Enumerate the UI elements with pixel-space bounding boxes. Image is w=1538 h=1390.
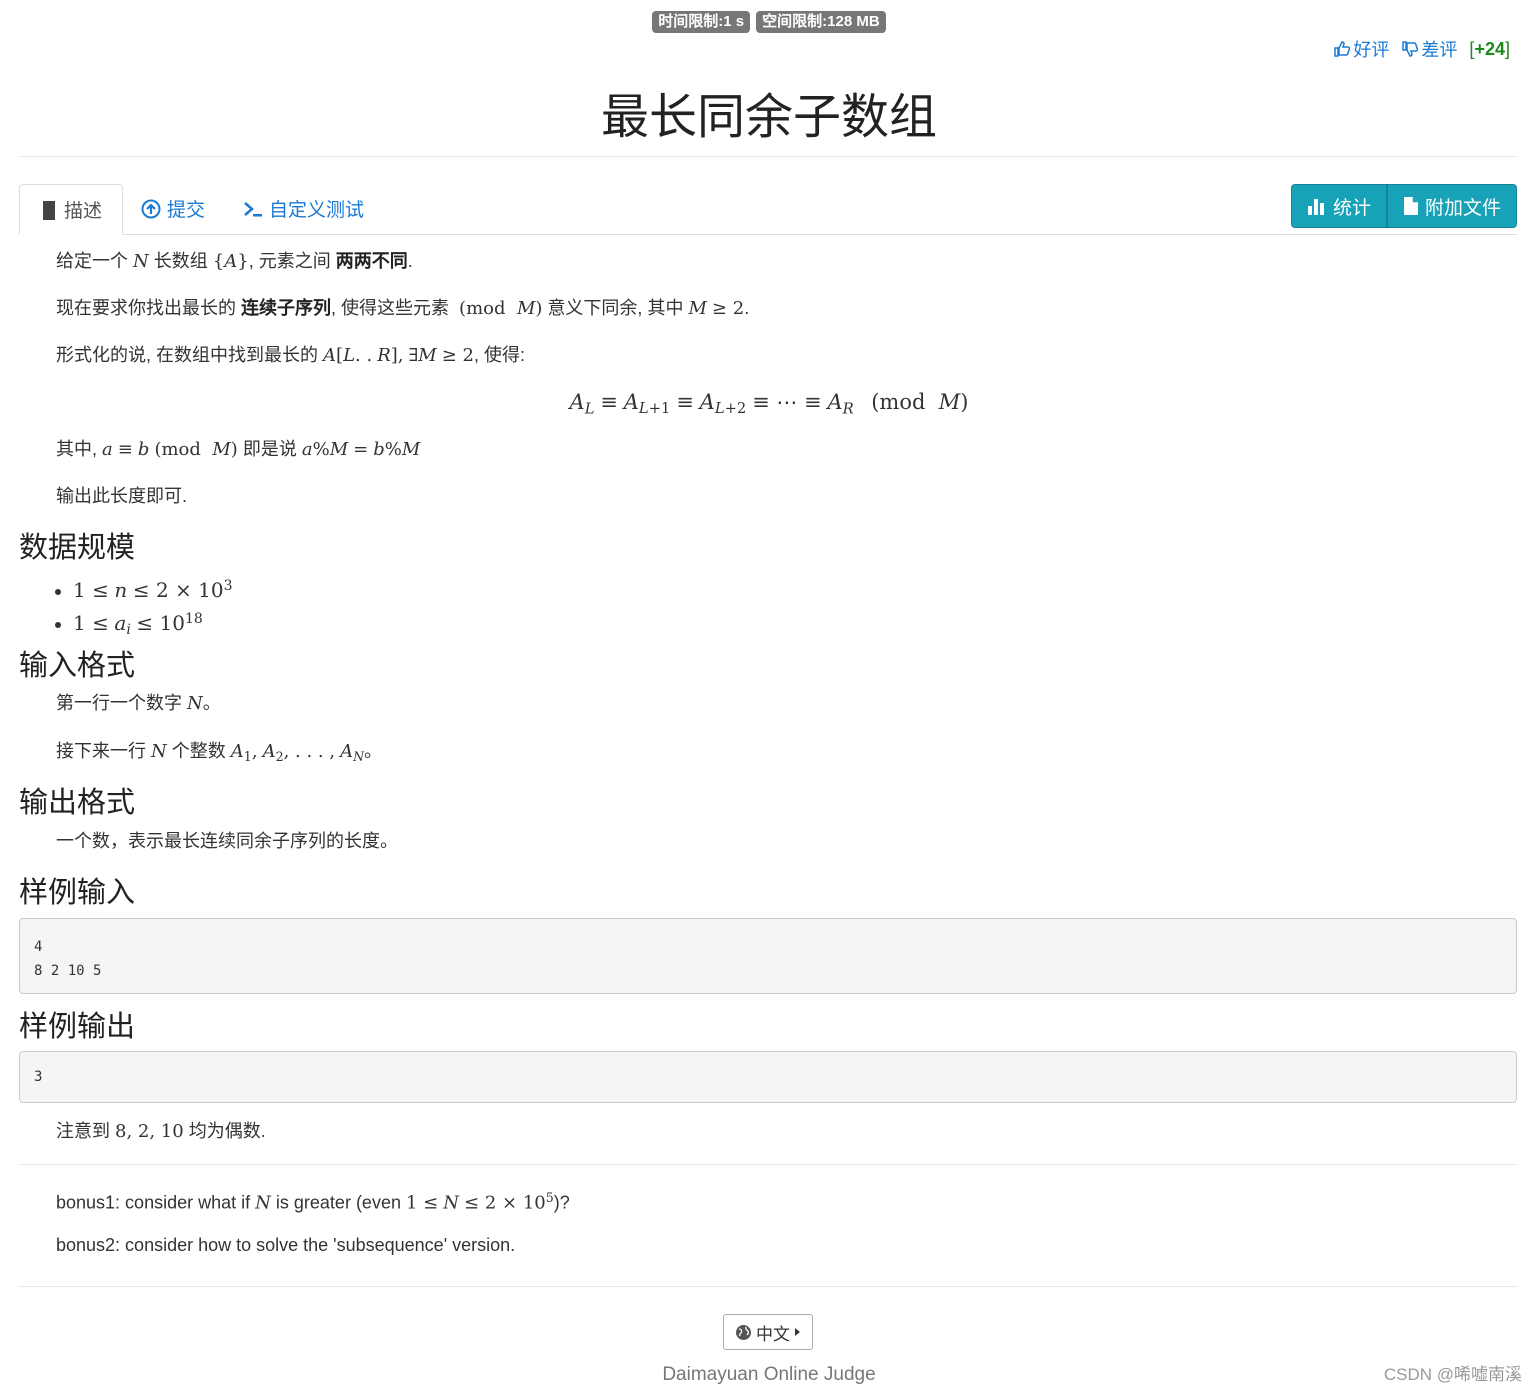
section-title-sample-input: 样例输入 <box>19 877 136 909</box>
time-limit-badge: 时间限制:1 s <box>652 11 751 33</box>
section-title-output: 输出格式 <box>19 787 136 819</box>
file-icon <box>1403 196 1419 216</box>
review-score: [+24] <box>1469 38 1510 59</box>
memory-limit-badge: 空间限制:128 MB <box>756 11 886 33</box>
desc-paragraph-2: 现在要求你找出最长的 连续子序列, 使得这些元素 (mod M) 意义下同余, … <box>56 298 750 319</box>
section-title-sample-output: 样例输出 <box>19 1011 136 1043</box>
attachment-button-label: 附加文件 <box>1424 197 1501 219</box>
tab-custom-test-label: 自定义测试 <box>269 200 365 221</box>
note-text: 注意到 8, 2, 10 均为偶数. <box>56 1121 266 1142</box>
language-label: 中文 <box>756 1324 790 1344</box>
tab-custom-test[interactable]: 自定义测试 <box>223 184 384 233</box>
good-review-link[interactable]: 好评 <box>1333 36 1389 62</box>
tab-submit[interactable]: 提交 <box>121 184 225 233</box>
bonus-2: bonus2: consider how to solve the 'subse… <box>56 1235 516 1255</box>
tab-description[interactable]: 描述 <box>19 184 124 235</box>
input-format-line-2: 接下来一行 N 个整数 A1, A2, . . . , AN。 <box>56 741 383 764</box>
constraint-a: 1 ≤ ai ≤ 1018 <box>73 605 233 644</box>
section-title-scale: 数据规模 <box>19 532 136 564</box>
thumbs-down-icon <box>1401 40 1419 58</box>
footer-divider <box>19 1286 1517 1287</box>
bonus-1: bonus1: consider what if N is greater (e… <box>56 1190 570 1214</box>
watermark: CSDN @唏嘘南溪 <box>1383 1365 1522 1384</box>
bar-chart-icon <box>1307 197 1327 215</box>
stats-button[interactable]: 统计 <box>1290 184 1387 228</box>
bad-review-label: 差评 <box>1421 40 1458 60</box>
input-format-line-1: 第一行一个数字 N。 <box>56 693 221 714</box>
bad-review-link[interactable]: 差评 <box>1401 36 1457 62</box>
caret-right-icon <box>794 1327 801 1337</box>
desc-paragraph-5: 输出此长度即可. <box>56 486 188 506</box>
congruence-formula: AL ≡ AL+1 ≡ AL+2 ≡ ⋯ ≡ AR (mod M) <box>569 390 969 418</box>
attachment-button[interactable]: 附加文件 <box>1386 184 1517 228</box>
bonus-divider <box>19 1164 1517 1165</box>
desc-paragraph-4: 其中, a ≡ b (mod M) 即是说 a%M = b%M <box>56 439 421 460</box>
sample-input-block: 4 8 2 10 5 <box>19 918 1517 994</box>
title-divider <box>19 156 1517 157</box>
stats-button-label: 统计 <box>1332 197 1371 219</box>
problem-actions: 统计 附加文件 <box>1290 184 1517 228</box>
thumbs-up-icon <box>1333 40 1351 58</box>
desc-paragraph-3: 形式化的说, 在数组中找到最长的 A[L. . R], ∃M ≥ 2, 使得: <box>56 345 526 366</box>
book-icon <box>40 200 58 220</box>
terminal-icon <box>243 199 263 219</box>
upload-circle-icon <box>141 199 161 219</box>
constraint-n: 1 ≤ n ≤ 2 × 103 <box>73 572 233 605</box>
good-review-label: 好评 <box>1353 40 1390 60</box>
sample-output-block: 3 <box>19 1051 1517 1103</box>
output-format-text: 一个数，表示最长连续同余子序列的长度。 <box>56 831 398 851</box>
language-selector[interactable]: 中文 <box>723 1314 813 1350</box>
constraint-list: 1 ≤ n ≤ 2 × 103 1 ≤ ai ≤ 1018 <box>19 572 233 644</box>
section-title-input: 输入格式 <box>19 650 136 682</box>
desc-paragraph-1: 给定一个 N 长数组 {A}, 元素之间 两两不同. <box>56 251 413 272</box>
tab-submit-label: 提交 <box>167 200 206 221</box>
vote-bar: 好评 差评 [+24] <box>1333 36 1510 62</box>
limits-bar: 时间限制:1 s 空间限制:128 MB <box>0 11 1538 33</box>
footer-brand: Daimayuan Online Judge <box>662 1364 876 1385</box>
page-title: 最长同余子数组 <box>600 91 937 144</box>
globe-icon <box>735 1324 752 1341</box>
tab-description-label: 描述 <box>64 201 103 222</box>
